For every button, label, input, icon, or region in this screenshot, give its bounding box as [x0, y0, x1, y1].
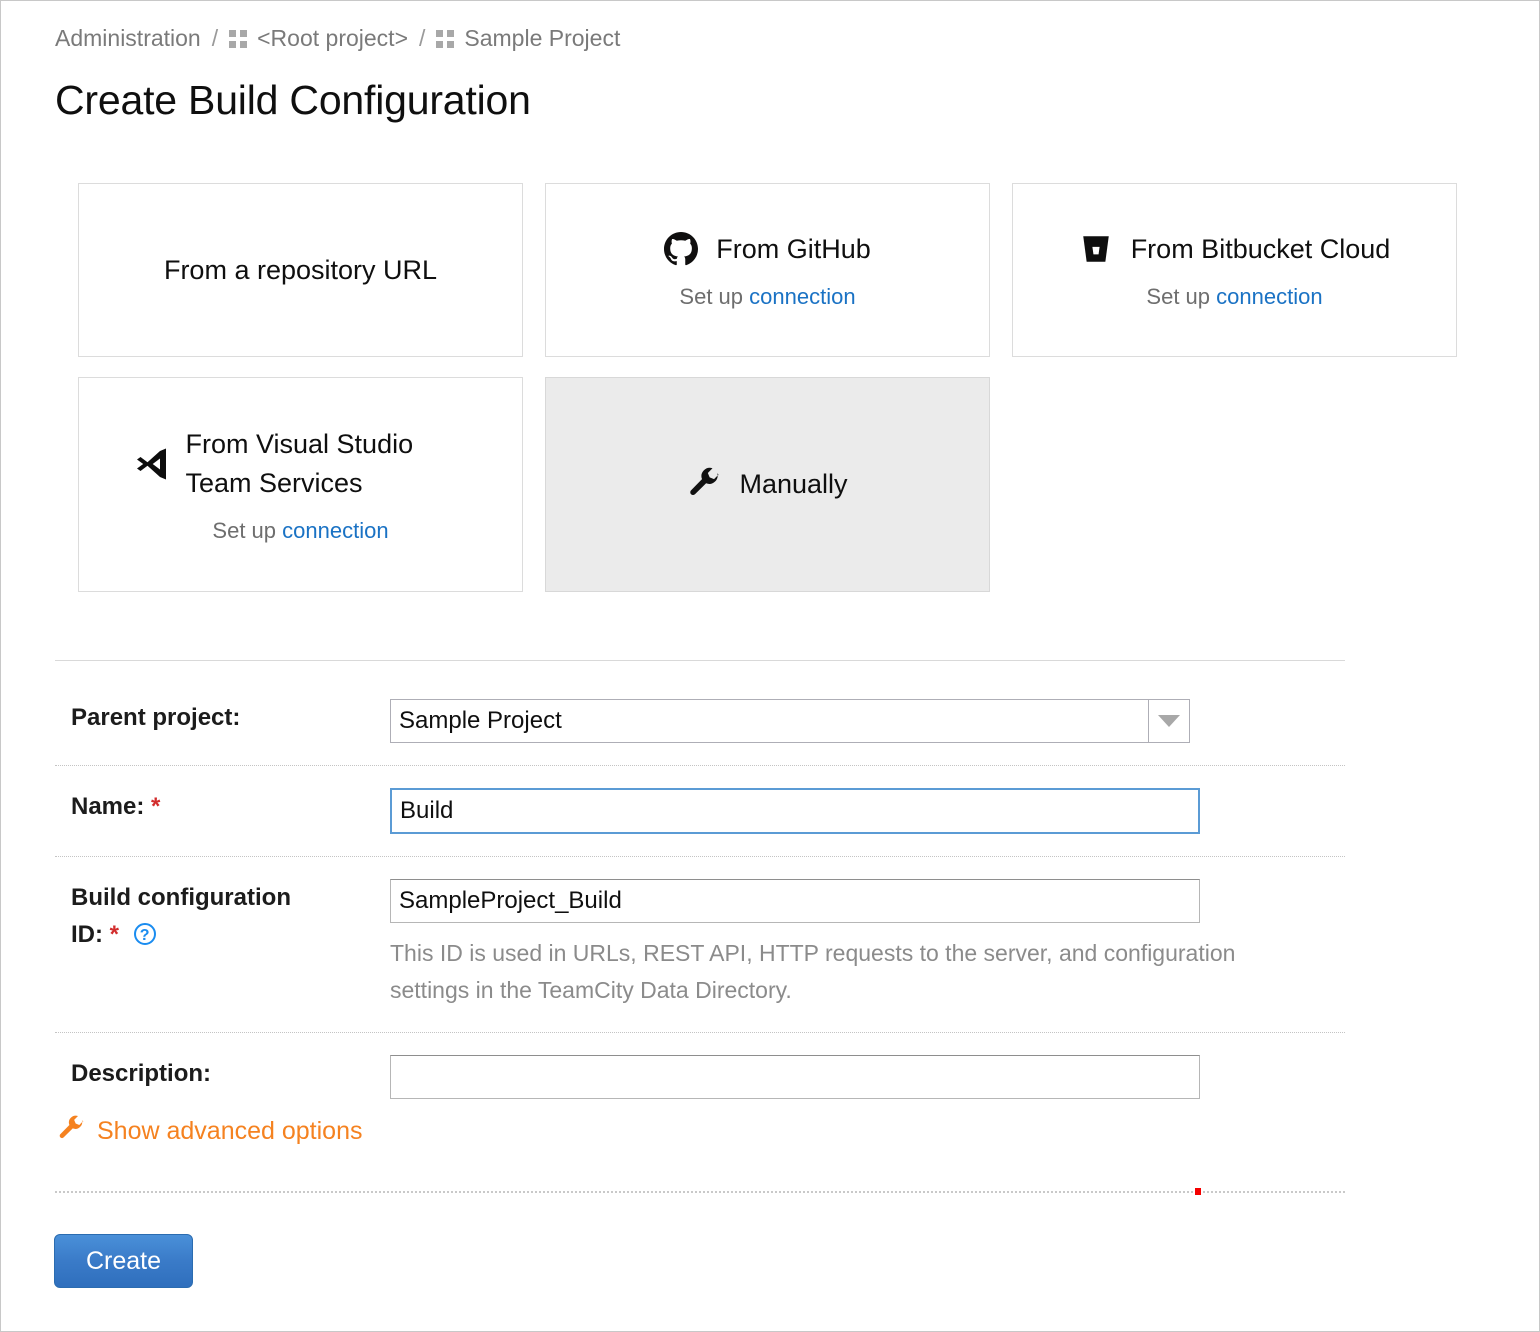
build-configuration-id-control: This ID is used in URLs, REST API, HTTP …: [390, 879, 1345, 1010]
tile-subtitle: Set up connection: [1146, 284, 1322, 310]
setup-prefix: Set up: [679, 284, 750, 310]
required-asterisk: *: [151, 793, 161, 820]
form-top-divider: [55, 660, 1345, 661]
page-title: Create Build Configuration: [55, 77, 531, 123]
description-input[interactable]: [390, 1054, 1200, 1099]
creation-method-tiles: From a repository URL From GitHub Set up…: [78, 183, 1463, 592]
parent-project-label: Parent project:: [71, 704, 241, 731]
tile-title: From Bitbucket Cloud: [1079, 230, 1390, 268]
breadcrumb-administration[interactable]: Administration: [55, 25, 201, 52]
build-configuration-id-label-line1: Build configuration: [71, 884, 291, 911]
tile-from-visual-studio-team-services[interactable]: From Visual Studio Team Services Set up …: [78, 377, 523, 592]
parent-project-selected-value: Sample Project: [390, 699, 1190, 743]
show-advanced-options-label: Show advanced options: [97, 1117, 363, 1145]
help-icon[interactable]: ?: [133, 923, 156, 946]
name-label: Name: *: [55, 788, 390, 825]
bitbucket-icon: [1079, 232, 1113, 266]
breadcrumb-sample-project[interactable]: Sample Project: [464, 25, 620, 52]
name-control: [390, 788, 1345, 834]
name-input[interactable]: [390, 788, 1200, 834]
form-row-build-configuration-id: Build configuration ID: * ? This ID is u…: [55, 857, 1345, 1033]
name-label-text: Name:: [71, 793, 145, 820]
setup-prefix: Set up: [1146, 284, 1217, 310]
tile-subtitle: Set up connection: [679, 284, 855, 310]
wrench-icon: [687, 467, 721, 501]
tile-from-bitbucket-cloud[interactable]: From Bitbucket Cloud Set up connection: [1012, 183, 1457, 357]
description-control: [390, 1054, 1345, 1099]
visual-studio-icon: [136, 448, 168, 480]
tile-subtitle: Set up connection: [212, 518, 388, 544]
project-icon: [436, 30, 455, 49]
tile-title: From Visual Studio Team Services: [136, 425, 466, 502]
red-marker-dot: [1195, 1188, 1201, 1195]
setup-connection-link[interactable]: connection: [749, 284, 855, 309]
setup-prefix: Set up: [212, 517, 283, 543]
form-row-parent-project: Parent project: Sample Project: [55, 677, 1345, 766]
form-bottom-divider: [55, 1191, 1345, 1193]
build-configuration-id-input[interactable]: [390, 879, 1200, 923]
breadcrumb: Administration / <Root project> / Sample…: [55, 25, 620, 52]
breadcrumb-root-project[interactable]: <Root project>: [257, 25, 408, 52]
tile-from-github[interactable]: From GitHub Set up connection: [545, 183, 990, 357]
build-configuration-form: Parent project: Sample Project Name: * B…: [55, 677, 1345, 1121]
setup-connection-link[interactable]: connection: [1216, 284, 1322, 309]
chevron-down-icon[interactable]: [1148, 700, 1189, 742]
build-configuration-id-hint: This ID is used in URLs, REST API, HTTP …: [390, 940, 1236, 1004]
tile-title: Manually: [687, 465, 848, 503]
tile-from-repository-url[interactable]: From a repository URL: [78, 183, 523, 357]
tile-title: From a repository URL: [163, 254, 438, 285]
github-icon: [664, 231, 699, 266]
parent-project-select[interactable]: Sample Project: [390, 699, 1190, 743]
description-label: Description:: [71, 1059, 212, 1087]
breadcrumb-separator-2: /: [419, 25, 426, 51]
build-configuration-id-label: Build configuration ID: * ?: [55, 879, 390, 953]
setup-connection-link[interactable]: connection: [282, 518, 388, 543]
create-button[interactable]: Create: [54, 1234, 193, 1288]
build-configuration-id-label-line2: ID:: [71, 921, 103, 949]
form-row-name: Name: *: [55, 766, 1345, 857]
wrench-icon: [57, 1115, 85, 1148]
show-advanced-options-link[interactable]: Show advanced options: [57, 1115, 362, 1148]
breadcrumb-separator-1: /: [211, 25, 219, 51]
parent-project-control: Sample Project: [390, 699, 1345, 743]
project-icon: [229, 30, 248, 49]
create-build-configuration-page: Administration / <Root project> / Sample…: [0, 0, 1540, 1332]
required-asterisk: *: [109, 921, 120, 949]
tile-manually[interactable]: Manually: [545, 377, 990, 592]
tile-title: From GitHub: [664, 230, 871, 268]
form-row-description: Description:: [55, 1033, 1345, 1121]
